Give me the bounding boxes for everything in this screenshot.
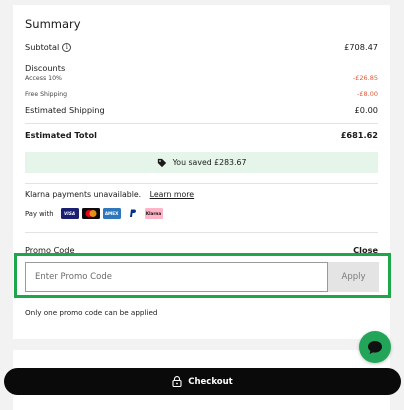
promo-note: Only one promo code can be applied — [25, 308, 158, 317]
checkout-button[interactable]: Checkout — [4, 368, 401, 395]
shipping-value: £0.00 — [354, 105, 378, 115]
promo-code-input[interactable] — [25, 262, 328, 292]
tag-icon — [157, 158, 166, 167]
amex-icon: AMEX — [102, 208, 121, 219]
info-icon[interactable]: i — [62, 42, 72, 52]
shipping-label: Estimated Shipping — [25, 105, 105, 115]
savings-text: You saved £283.67 — [172, 158, 247, 167]
subtotal-label: Subtotal — [25, 42, 60, 52]
chat-icon — [368, 340, 382, 354]
discount-label: Free Shipping — [25, 90, 68, 98]
payment-methods: Pay with VISA AMEX Klarna — [25, 208, 163, 219]
discount-label: Access 10% — [25, 74, 62, 82]
total-row: Estimated Totol £681.62 — [25, 130, 378, 140]
subtotal-value: £708.47 — [344, 42, 378, 52]
checkout-label: Checkout — [188, 376, 233, 387]
total-label: Estimated Totol — [25, 130, 97, 140]
discount-row: Access 10% -£26.85 — [25, 74, 378, 82]
klarna-icon: Klarna — [144, 208, 163, 219]
discount-row: Free Shipping -£8.00 — [25, 90, 378, 98]
learn-more-link[interactable]: Learn more — [150, 190, 194, 199]
savings-banner: You saved £283.67 — [25, 152, 378, 173]
subtotal-row: Subtotal i £708.47 — [25, 42, 378, 52]
total-value: £681.62 — [340, 130, 378, 140]
discount-value: -£8.00 — [357, 90, 378, 98]
discounts-label: Discounts — [25, 63, 66, 73]
lock-icon — [172, 376, 182, 387]
mastercard-icon — [81, 208, 100, 219]
discounts-header-row: Discounts — [25, 63, 378, 73]
klarna-text: Klarna payments unavailable. — [25, 190, 142, 199]
pay-with-label: Pay with — [25, 209, 54, 218]
divider — [25, 232, 378, 233]
klarna-notice: Klarna payments unavailable. Learn more — [25, 190, 194, 199]
discount-value: -£26.85 — [352, 74, 378, 82]
summary-title: Summary — [25, 17, 81, 31]
divider — [25, 123, 378, 124]
visa-icon: VISA — [60, 208, 79, 219]
divider — [25, 183, 378, 184]
chat-button[interactable] — [359, 331, 391, 363]
apply-button[interactable]: Apply — [328, 262, 379, 292]
paypal-icon — [123, 208, 142, 219]
shipping-row: Estimated Shipping £0.00 — [25, 105, 378, 115]
